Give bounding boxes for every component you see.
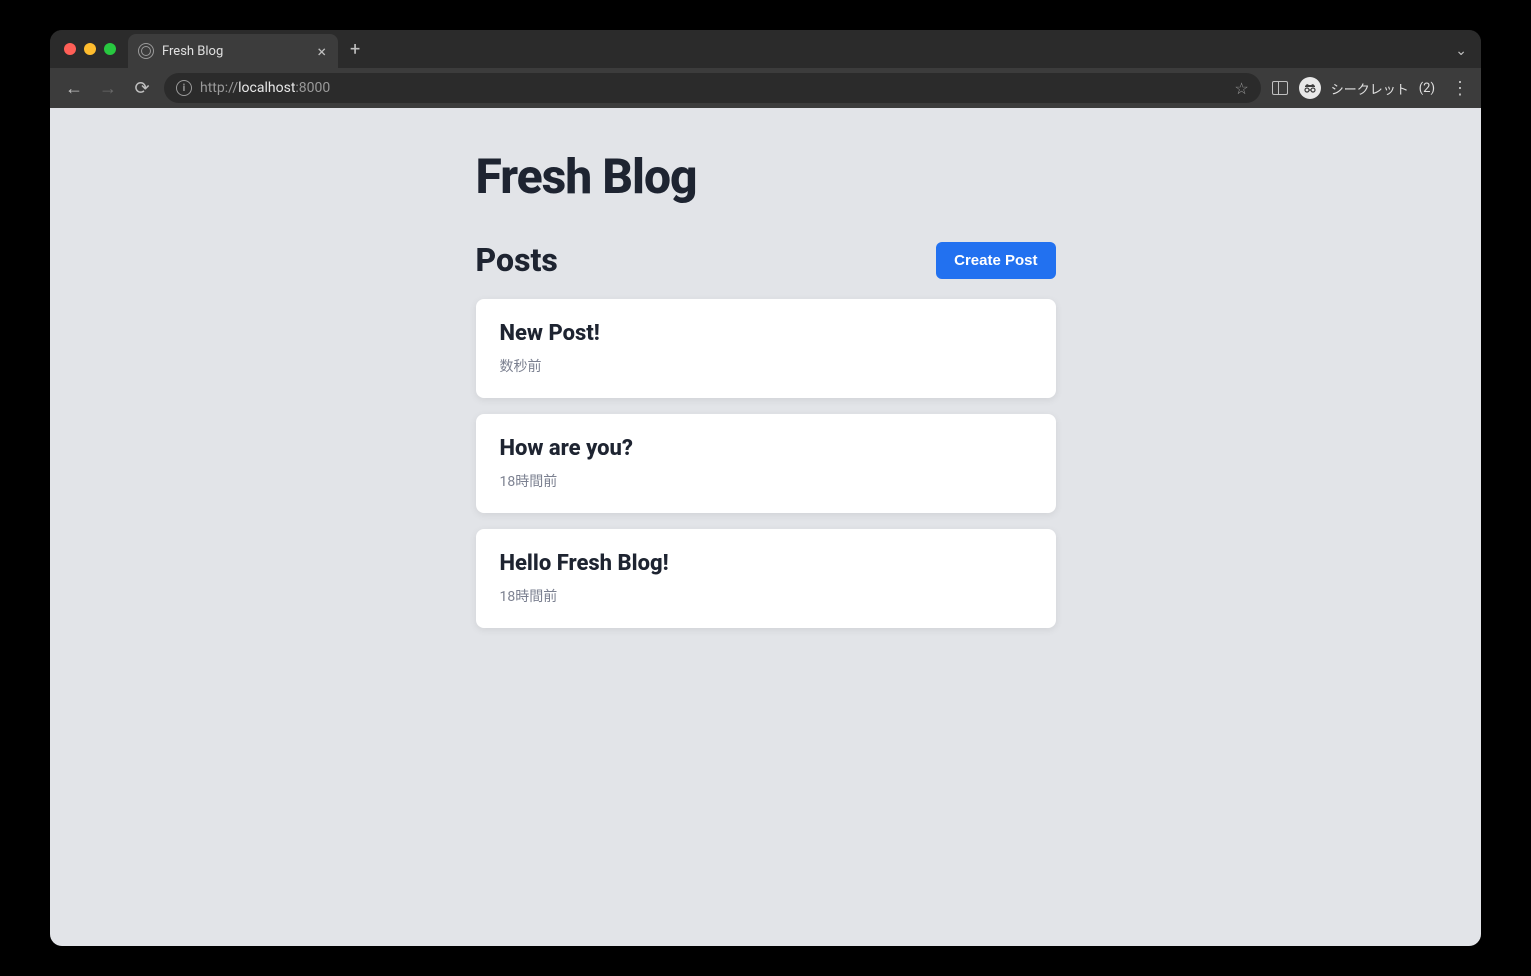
titlebar-right: ⌄	[1455, 40, 1467, 59]
url-host: localhost	[238, 80, 295, 96]
post-card[interactable]: How are you? 18時間前	[476, 414, 1056, 513]
globe-icon	[138, 43, 154, 59]
page-title: Fresh Blog	[476, 148, 1056, 205]
create-post-button[interactable]: Create Post	[936, 242, 1055, 279]
back-button[interactable]: ←	[62, 78, 86, 99]
post-card[interactable]: Hello Fresh Blog! 18時間前	[476, 529, 1056, 628]
close-window-button[interactable]	[64, 43, 76, 55]
posts-heading: Posts	[476, 241, 558, 279]
page-container: Fresh Blog Posts Create Post New Post! 数…	[476, 108, 1056, 684]
maximize-window-button[interactable]	[104, 43, 116, 55]
incognito-count: (2)	[1419, 81, 1435, 96]
menu-button[interactable]: ⋮	[1451, 78, 1469, 99]
browser-tab[interactable]: Fresh Blog ×	[128, 34, 338, 68]
post-time: 18時間前	[500, 471, 1032, 491]
posts-header: Posts Create Post	[476, 241, 1056, 279]
post-time: 18時間前	[500, 586, 1032, 606]
minimize-window-button[interactable]	[84, 43, 96, 55]
incognito-label: シークレット	[1331, 79, 1409, 98]
url-text: http://localhost:8000	[200, 80, 1226, 96]
chevron-down-icon[interactable]: ⌄	[1455, 43, 1467, 59]
new-tab-button[interactable]: +	[350, 39, 360, 60]
page-content: Fresh Blog Posts Create Post New Post! 数…	[50, 108, 1481, 946]
post-title: Hello Fresh Blog!	[500, 551, 1032, 576]
post-time: 数秒前	[500, 356, 1032, 376]
reload-button[interactable]: ⟳	[130, 78, 154, 99]
forward-button[interactable]: →	[96, 78, 120, 99]
incognito-icon[interactable]	[1299, 77, 1321, 99]
bookmark-star-icon[interactable]: ☆	[1234, 79, 1248, 98]
url-port: :8000	[295, 80, 330, 96]
close-tab-icon[interactable]: ×	[315, 42, 328, 61]
post-title: New Post!	[500, 321, 1032, 346]
side-panel-icon[interactable]	[1271, 79, 1289, 97]
window-controls	[64, 43, 116, 55]
post-title: How are you?	[500, 436, 1032, 461]
tab-title: Fresh Blog	[162, 44, 307, 59]
address-bar[interactable]: i http://localhost:8000 ☆	[164, 73, 1261, 103]
titlebar: Fresh Blog × + ⌄	[50, 30, 1481, 68]
info-icon[interactable]: i	[176, 80, 192, 96]
url-prefix: http://	[200, 80, 238, 96]
browser-window: Fresh Blog × + ⌄ ← → ⟳ i http://localhos…	[50, 30, 1481, 946]
post-card[interactable]: New Post! 数秒前	[476, 299, 1056, 398]
browser-toolbar: ← → ⟳ i http://localhost:8000 ☆ シークレット (…	[50, 68, 1481, 108]
